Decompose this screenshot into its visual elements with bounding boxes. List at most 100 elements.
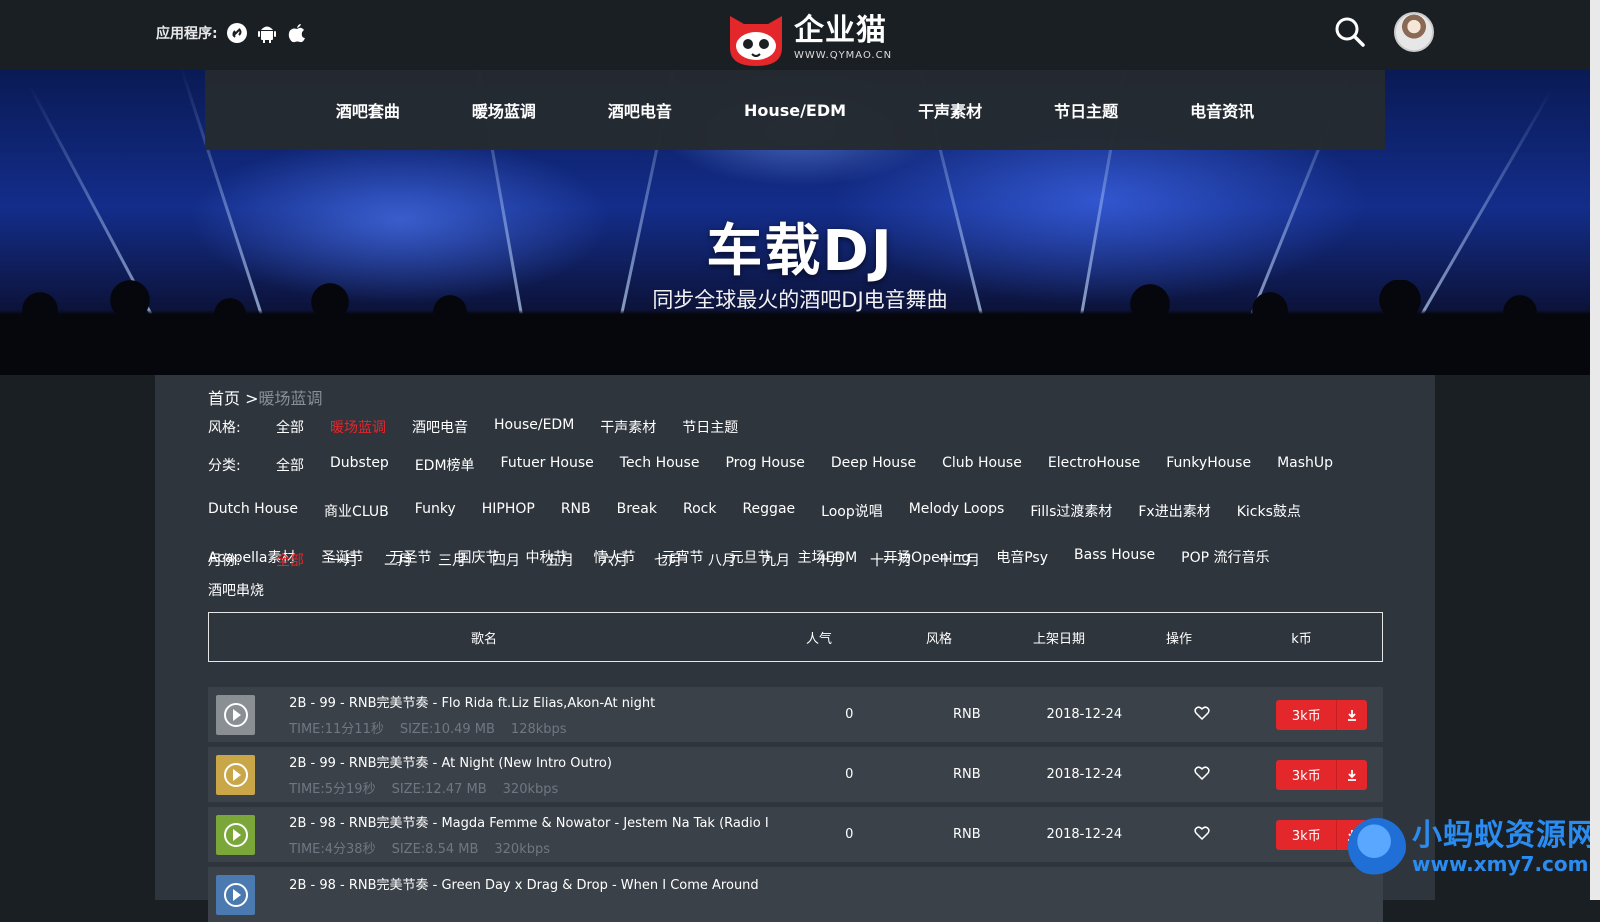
- filter-option[interactable]: 四月: [492, 550, 520, 570]
- track-title[interactable]: 2B - 99 - RNB完美节奏 - Flo Rida ft.Liz Elia…: [289, 692, 790, 711]
- filter-option[interactable]: FunkyHouse: [1166, 455, 1251, 475]
- filter-option[interactable]: 六月: [600, 550, 628, 570]
- filter-option[interactable]: 十二月: [938, 550, 980, 570]
- track-title[interactable]: 2B - 98 - RNB完美节奏 - Green Day x Drag & D…: [289, 874, 790, 893]
- nav-item[interactable]: 节日主题: [1018, 98, 1154, 122]
- track-date: 2018-12-24: [1046, 767, 1123, 782]
- play-icon[interactable]: [224, 882, 248, 907]
- table-row[interactable]: 2B - 98 - RNB完美节奏 - Magda Femme & Nowato…: [208, 807, 1383, 862]
- filter-option[interactable]: Reggae: [742, 501, 795, 521]
- filter-option[interactable]: Club House: [942, 455, 1022, 475]
- filter-option[interactable]: 全部: [276, 550, 304, 570]
- android-icon[interactable]: [256, 22, 278, 44]
- buy-button[interactable]: 3k币: [1276, 699, 1368, 730]
- filter-option[interactable]: 节日主题: [682, 417, 738, 437]
- filter-option[interactable]: 二月: [384, 550, 412, 570]
- table-row[interactable]: 2B - 99 - RNB完美节奏 - At Night (New Intro …: [208, 747, 1383, 802]
- filter-option[interactable]: 八月: [708, 550, 736, 570]
- heart-icon[interactable]: [1194, 705, 1210, 720]
- track-time: TIME:5分19秒: [289, 782, 376, 797]
- search-icon[interactable]: [1334, 16, 1366, 48]
- track-title[interactable]: 2B - 98 - RNB完美节奏 - Magda Femme & Nowato…: [289, 812, 790, 831]
- nav-item[interactable]: 暖场蓝调: [436, 98, 572, 122]
- filter-option[interactable]: 酒吧串烧: [208, 580, 264, 600]
- filter-option[interactable]: ElectroHouse: [1048, 455, 1140, 475]
- track-meta: TIME:11分11秒 SIZE:10.49 MB 128kbps: [289, 718, 790, 737]
- price-button[interactable]: 3k币: [1276, 819, 1337, 850]
- album-cover[interactable]: [216, 694, 256, 735]
- filter-option[interactable]: Deep House: [831, 455, 916, 475]
- nav-item[interactable]: 干声素材: [882, 98, 1018, 122]
- download-icon[interactable]: [1336, 699, 1368, 730]
- track-popularity: 0: [845, 767, 854, 782]
- filter-option[interactable]: Dubstep: [330, 455, 389, 475]
- filter-option[interactable]: 暖场蓝调: [330, 417, 386, 437]
- filter-option[interactable]: HIPHOP: [482, 501, 535, 521]
- nav-item[interactable]: 电音资讯: [1154, 98, 1290, 122]
- filter-option[interactable]: Tech House: [620, 455, 700, 475]
- col-action: 操作: [1165, 631, 1192, 647]
- apps-label: 应用程序:: [156, 26, 218, 42]
- filter-option[interactable]: Futuer House: [501, 455, 594, 475]
- filter-option[interactable]: MashUp: [1277, 455, 1333, 475]
- filter-option[interactable]: Break: [617, 501, 657, 521]
- filter-option[interactable]: 九月: [762, 550, 790, 570]
- table-row[interactable]: 2B - 99 - RNB完美节奏 - Flo Rida ft.Liz Elia…: [208, 687, 1383, 742]
- price-button[interactable]: 3k币: [1276, 699, 1337, 730]
- heart-icon[interactable]: [1194, 765, 1210, 780]
- filter-option[interactable]: 酒吧电音: [412, 417, 468, 437]
- play-icon[interactable]: [224, 702, 248, 727]
- filter-option[interactable]: 全部: [276, 455, 304, 475]
- site-logo[interactable]: 企业猫 WWW.QYMAO.CN: [726, 12, 892, 68]
- breadcrumb-home[interactable]: 首页 >: [208, 389, 259, 408]
- play-icon[interactable]: [224, 762, 248, 787]
- filter-option[interactable]: Fx进出素材: [1138, 501, 1210, 521]
- filter-option[interactable]: Kicks鼓点: [1237, 501, 1301, 521]
- filter-option[interactable]: 一月: [330, 550, 358, 570]
- filter-option[interactable]: Funky: [415, 501, 456, 521]
- col-date: 上架日期: [1032, 631, 1085, 647]
- filter-option[interactable]: 五月: [546, 550, 574, 570]
- filter-option[interactable]: RNB: [561, 501, 591, 521]
- filter-option[interactable]: Dutch House: [208, 501, 298, 521]
- album-cover[interactable]: [216, 874, 256, 915]
- filter-option[interactable]: Loop说唱: [821, 501, 883, 521]
- filter-option[interactable]: Fills过渡素材: [1030, 501, 1112, 521]
- download-icon[interactable]: [1336, 759, 1368, 790]
- vertical-scrollbar[interactable]: [1590, 0, 1600, 900]
- filter-option[interactable]: Prog House: [725, 455, 804, 475]
- track-title[interactable]: 2B - 99 - RNB完美节奏 - At Night (New Intro …: [289, 752, 790, 771]
- logo-url: WWW.QYMAO.CN: [794, 50, 893, 61]
- filter-option[interactable]: House/EDM: [494, 417, 574, 437]
- filter-option[interactable]: 全部: [276, 417, 304, 437]
- top-bar: 应用程序: 企业猫 WWW.QYMAO.CN: [0, 0, 1600, 70]
- track-bitrate: 128kbps: [510, 722, 567, 737]
- filter-option[interactable]: 干声素材: [600, 417, 656, 437]
- filter-option[interactable]: 十月: [816, 550, 844, 570]
- filter-option[interactable]: EDM榜单: [415, 455, 475, 475]
- filter-option[interactable]: Rock: [683, 501, 716, 521]
- nav-item[interactable]: 酒吧电音: [572, 98, 708, 122]
- filter-option[interactable]: Melody Loops: [909, 501, 1005, 521]
- album-cover[interactable]: [216, 814, 256, 855]
- table-row[interactable]: 2B - 98 - RNB完美节奏 - Green Day x Drag & D…: [208, 867, 1383, 922]
- style-filter: 风格: 全部 暖场蓝调 酒吧电音 House/EDM 干声素材 节日主题: [208, 417, 1368, 437]
- link-icon[interactable]: [226, 22, 248, 44]
- nav-item[interactable]: House/EDM: [708, 101, 882, 120]
- buy-button[interactable]: 3k币: [1276, 759, 1368, 790]
- heart-icon[interactable]: [1194, 825, 1210, 840]
- filter-option[interactable]: 十一月: [870, 550, 912, 570]
- table-header: 歌名 人气 风格 上架日期 操作 k币: [208, 612, 1383, 662]
- track-popularity: 0: [845, 707, 854, 722]
- user-avatar[interactable]: [1394, 12, 1434, 52]
- filter-option[interactable]: 三月: [438, 550, 466, 570]
- apple-icon[interactable]: [286, 22, 308, 44]
- watermark-url: www.xmy7.com: [1412, 852, 1589, 876]
- play-icon[interactable]: [224, 822, 248, 847]
- filter-option[interactable]: 商业CLUB: [324, 501, 389, 521]
- nav-item[interactable]: 酒吧套曲: [300, 98, 436, 122]
- price-button[interactable]: 3k币: [1276, 759, 1337, 790]
- album-cover[interactable]: [216, 754, 256, 795]
- filter-option[interactable]: 七月: [654, 550, 682, 570]
- track-size: SIZE:12.47 MB: [391, 782, 487, 797]
